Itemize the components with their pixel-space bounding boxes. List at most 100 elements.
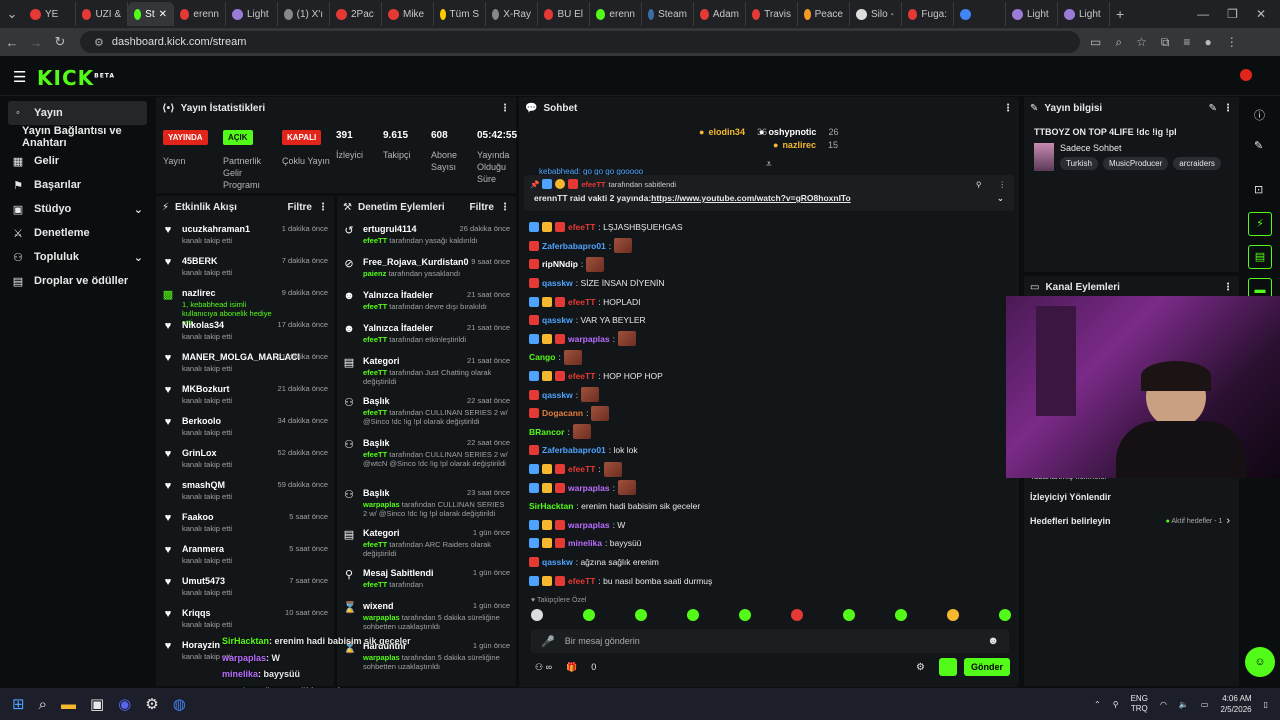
chat-username[interactable]: warpaplas	[568, 334, 610, 344]
chat-username[interactable]: qasskw	[542, 557, 573, 567]
bookmark-icon[interactable]: ☆	[1136, 35, 1147, 50]
chat-username[interactable]: warpaplas	[568, 483, 610, 493]
volume-icon[interactable]: 🔈	[1179, 700, 1189, 709]
file-explorer-icon[interactable]: ▬	[61, 696, 76, 713]
moderation-actor[interactable]: efeeTT	[363, 540, 387, 549]
browser-tab[interactable]: Fuga:	[902, 2, 954, 26]
pinned-link[interactable]: https://www.youtube.com/watch?v=gRO8hoxn…	[651, 193, 851, 204]
sidebar-item[interactable]: ▤ Droplar ve ödüller	[0, 269, 155, 293]
tray-app-icon[interactable]: ⚲	[1113, 700, 1119, 709]
activity-user[interactable]: ucuzkahraman1	[182, 224, 274, 234]
pinned-by-user[interactable]: efeeTT	[581, 180, 605, 189]
category-name[interactable]: Sadece Sohbet	[1060, 143, 1221, 153]
browser-tab[interactable]: Light	[226, 2, 278, 26]
emote-icon[interactable]	[583, 609, 595, 621]
browser-tab[interactable]: St ✕	[128, 2, 174, 26]
activity-user[interactable]: Nikolas34	[182, 320, 270, 330]
activity-user[interactable]: 45BERK	[182, 256, 274, 266]
chat-username[interactable]: qasskw	[542, 278, 573, 288]
activity-user[interactable]: GrinLox	[182, 448, 270, 458]
browser-tab[interactable]: Peace	[798, 2, 850, 26]
kick-logo[interactable]: KICKBETA	[37, 66, 115, 90]
emoji-picker-icon[interactable]: ☻	[987, 635, 999, 647]
minimize-icon[interactable]: —	[1197, 7, 1209, 21]
media-icon[interactable]: ≡	[1183, 35, 1190, 50]
browser-tab[interactable]: X-Ray	[486, 2, 538, 26]
lightning-icon[interactable]: ⚡	[1248, 212, 1272, 236]
emote-icon[interactable]	[687, 609, 699, 621]
top-gifter[interactable]: ● nazlirec 15	[773, 140, 838, 150]
language-indicator[interactable]: ENG TRQ	[1131, 694, 1148, 714]
chat-username[interactable]: efeeTT	[568, 371, 595, 381]
chat-menu-icon[interactable]: ⋮	[1003, 103, 1013, 114]
browser-tab[interactable]: Light	[1058, 2, 1110, 26]
stream-tag[interactable]: MusicProducer	[1102, 157, 1169, 170]
chat-username[interactable]: efeeTT	[568, 222, 595, 232]
activity-menu-icon[interactable]: ⋮	[318, 202, 328, 213]
moderation-actor[interactable]: efeeTT	[363, 335, 387, 344]
tray-expand-icon[interactable]: ⌃	[1094, 700, 1101, 709]
sidebar-item[interactable]: ▣ Stüdyo ⌄	[0, 197, 155, 221]
activity-user[interactable]: Aranmera	[182, 544, 281, 554]
browser-tab[interactable]: BU El	[538, 2, 590, 26]
browser-tab[interactable]: Mike	[382, 2, 434, 26]
browser-tab[interactable]: UZI &	[76, 2, 128, 26]
browser-tab[interactable]: Tüm S	[434, 2, 486, 26]
extensions-icon[interactable]: ⧉	[1161, 35, 1170, 50]
chat-collapse-icon[interactable]: ⩡	[766, 159, 772, 170]
zoom-icon[interactable]: ⌕	[1115, 35, 1122, 50]
moderation-actor[interactable]: warpaplas	[363, 500, 400, 509]
emote-icon[interactable]	[635, 609, 647, 621]
back-icon[interactable]: ←	[0, 35, 24, 50]
chat-username[interactable]: SirHacktan	[529, 501, 573, 511]
send-button[interactable]: Gönder	[964, 658, 1010, 676]
capture-icon[interactable]: ⊡	[1254, 183, 1263, 196]
chat-username[interactable]: efeeTT	[568, 464, 595, 474]
browser-tab[interactable]: Steam	[642, 2, 694, 26]
stats-menu-icon[interactable]: ⋮	[500, 103, 510, 114]
clock[interactable]: 4:06 AM 2/5/2026	[1220, 693, 1251, 715]
chat-input[interactable]: 🎤 Bir mesaj gönderin ☻	[531, 629, 1009, 653]
chat-username[interactable]: Zaferbabapro01	[542, 445, 606, 455]
user-avatar[interactable]	[1240, 69, 1252, 81]
chat-settings-icon[interactable]: ⚙	[916, 662, 925, 673]
moderation-actor[interactable]: efeeTT	[363, 580, 387, 589]
support-chat-icon[interactable]: ☺	[1245, 647, 1275, 677]
chat-username[interactable]: Dogacann	[542, 408, 583, 418]
channel-action-goals[interactable]: Hedefleri belirleyin ● Aktif hedefler - …	[1030, 515, 1230, 527]
wifi-icon[interactable]: ◠	[1160, 700, 1167, 709]
channel-action-raid[interactable]: İzleyiciyi Yönlendir	[1030, 492, 1111, 502]
emote-icon[interactable]	[947, 609, 959, 621]
activity-filter-button[interactable]: Filtre	[288, 202, 312, 213]
chat-username[interactable]: ripNNdip	[542, 259, 578, 269]
chat-username[interactable]: efeeTT	[568, 297, 595, 307]
moderation-actor[interactable]: warpaplas	[363, 613, 400, 622]
activity-user[interactable]: Faakoo	[182, 512, 281, 522]
restore-icon[interactable]: ❐	[1227, 7, 1238, 21]
chat-username[interactable]: qasskw	[542, 315, 573, 325]
activity-user[interactable]: MANER_MOLGA_MARLACI	[182, 352, 300, 362]
emote-icon[interactable]	[531, 609, 543, 621]
close-window-icon[interactable]: ✕	[1256, 7, 1266, 21]
browser-tab[interactable]: (1) X'ı	[278, 2, 330, 26]
moderation-actor[interactable]: efeeTT	[363, 302, 387, 311]
edit-info-icon[interactable]: ✎	[1209, 103, 1217, 114]
hamburger-menu-icon[interactable]: ☰	[13, 68, 26, 86]
steam-icon[interactable]: ⚙	[145, 695, 158, 713]
chat-username[interactable]: BRancor	[529, 427, 564, 437]
moderation-actor[interactable]: paienz	[363, 269, 386, 278]
browser-tab[interactable]: YE	[24, 2, 76, 26]
activity-user[interactable]: Berkoolo	[182, 416, 270, 426]
sidebar-item[interactable]: ⚑ Başarılar	[0, 173, 155, 197]
moderation-filter-button[interactable]: Filtre	[470, 202, 494, 213]
forward-icon[interactable]: →	[24, 35, 48, 50]
info-menu-icon[interactable]: ⋮	[1223, 103, 1233, 114]
chat-username[interactable]: Cango	[529, 352, 555, 362]
moderation-actor[interactable]: efeeTT	[363, 450, 387, 459]
sidebar-item[interactable]: ⚇ Topluluk ⌄	[0, 245, 155, 269]
pinned-menu-icon[interactable]: ⋮	[999, 180, 1007, 189]
emote-icon[interactable]	[739, 609, 751, 621]
chevron-down-icon[interactable]: ⌄	[134, 203, 143, 216]
chat-username[interactable]: minelika	[568, 538, 602, 548]
chat-username[interactable]: warpaplas	[568, 520, 610, 530]
